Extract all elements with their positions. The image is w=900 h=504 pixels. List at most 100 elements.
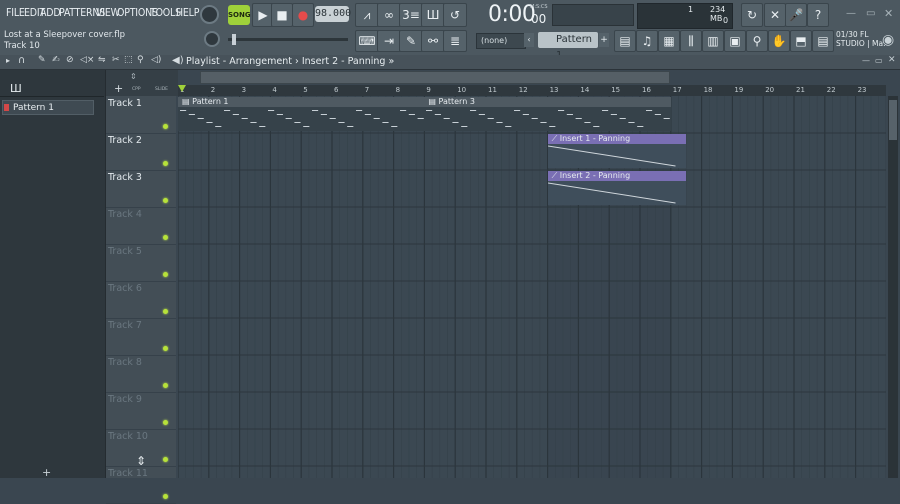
playlist-grid[interactable]: ▤ Pattern 1 ▤ Pattern 3 ⟋ Insert 1 - Panni… [178, 96, 886, 478]
zoom-handle-icon[interactable]: ⇕ [130, 72, 137, 81]
track-mute-led[interactable] [163, 457, 168, 462]
ruler-tick[interactable]: 10 [457, 86, 466, 94]
select-tool-icon[interactable]: ⬚ [124, 55, 133, 65]
track-header[interactable]: Track 4 [106, 207, 176, 245]
track-mute-led[interactable] [163, 494, 168, 499]
piano-roll-icon[interactable]: ♫ [636, 30, 658, 52]
browser-window-icon[interactable]: ▥ [702, 30, 724, 52]
pencil-tool-icon[interactable]: ✎ [38, 55, 46, 65]
add-track-icon[interactable]: + [114, 82, 123, 95]
ruler-tick[interactable]: 8 [396, 86, 400, 94]
speaker-icon[interactable]: ◀) [172, 55, 184, 66]
track-mute-led[interactable] [163, 272, 168, 277]
brush-icon[interactable]: ✎ [399, 30, 423, 52]
menu-help[interactable]: HELP [176, 4, 199, 22]
track-header[interactable]: Track 5 [106, 244, 176, 282]
typing-keyboard-icon[interactable]: ⌨ [355, 30, 379, 52]
wait-input-icon[interactable]: ∞ [377, 3, 401, 27]
plugin-database-icon[interactable]: ▣ [724, 30, 746, 52]
ruler-tick[interactable]: 7 [365, 86, 369, 94]
ruler-tick[interactable]: 4 [272, 86, 276, 94]
track-header[interactable]: Track 7 [106, 318, 176, 356]
track-header[interactable]: Track 2 [106, 133, 176, 171]
ruler-tick[interactable]: 16 [642, 86, 651, 94]
ruler-tick[interactable]: 14 [580, 86, 589, 94]
ruler-tick[interactable]: 6 [334, 86, 338, 94]
zoom-tool-icon[interactable]: ⚲ [137, 55, 144, 65]
playlist-minimize-icon[interactable]: — [862, 56, 870, 65]
ruler-tick[interactable]: 13 [550, 86, 559, 94]
ruler-tick[interactable]: 18 [704, 86, 713, 94]
automation-clip[interactable]: ⟋ Insert 2 - Panning [547, 171, 687, 206]
master-pitch-knob[interactable] [204, 31, 220, 47]
playlist-menu-icon[interactable]: ▸ [6, 56, 10, 65]
ruler-tick[interactable]: 22 [827, 86, 836, 94]
menu-file[interactable]: FILE [6, 4, 25, 22]
close-icon[interactable]: ✕ [884, 7, 893, 20]
mixer-window-icon[interactable]: ⫼ [680, 30, 702, 52]
capture-icon[interactable]: ▤ [812, 30, 834, 52]
vertical-scrollbar[interactable] [888, 96, 898, 478]
track-header[interactable]: Track 8 [106, 355, 176, 393]
add-pattern-icon[interactable]: + [599, 33, 609, 47]
browser-pattern-item[interactable]: Pattern 1 [2, 100, 94, 115]
link-icon[interactable]: ⚯ [421, 30, 445, 52]
tempo-tapper-icon[interactable]: ✋ [768, 30, 790, 52]
ruler-tick[interactable]: 5 [303, 86, 307, 94]
ruler-tick[interactable]: 23 [858, 86, 867, 94]
piano-keys-icon[interactable]: Ш [10, 82, 22, 95]
pattern-prev-icon[interactable]: ‹ [524, 33, 534, 47]
browser-add-icon[interactable]: + [42, 466, 51, 479]
step-edit-icon[interactable]: Ш [421, 3, 445, 27]
pattern-selector[interactable]: Pattern 1 [538, 32, 598, 61]
brush-tool-icon[interactable]: ✍ [52, 55, 60, 65]
menu-add[interactable]: ADD [40, 4, 61, 22]
track-mute-led[interactable] [163, 161, 168, 166]
ruler-tick[interactable]: 3 [242, 86, 246, 94]
ruler-tick[interactable]: 9 [426, 86, 430, 94]
stop-button[interactable]: ■ [271, 3, 293, 27]
ruler-tick[interactable]: 2 [211, 86, 215, 94]
track-header[interactable]: Track 1 [106, 96, 176, 134]
globe-icon[interactable]: ◉ [882, 32, 894, 48]
ruler-tick[interactable]: 19 [734, 86, 743, 94]
track-header[interactable]: Track 9 [106, 392, 176, 430]
track-header[interactable]: Track 6 [106, 281, 176, 319]
ruler-tick[interactable]: 21 [796, 86, 805, 94]
vertical-scroll-thumb[interactable] [889, 100, 897, 140]
master-slider-track[interactable] [228, 38, 348, 41]
track-mute-led[interactable] [163, 198, 168, 203]
track-mute-led[interactable] [163, 420, 168, 425]
track-mute-led[interactable] [163, 124, 168, 129]
metronome-icon[interactable]: ⩘ [355, 3, 379, 27]
minimize-icon[interactable]: — [846, 8, 856, 19]
track-mute-led[interactable] [163, 309, 168, 314]
playlist-maximize-icon[interactable]: ▭ [875, 56, 883, 65]
channel-rack-icon[interactable]: ▦ [658, 30, 680, 52]
playlist-window-icon[interactable]: ▤ [614, 30, 636, 52]
record-button[interactable]: ● [292, 3, 314, 27]
horizontal-scrollbar[interactable] [200, 71, 670, 84]
playback-tool-icon[interactable]: ◁) [151, 55, 161, 65]
track-header[interactable]: Track 3 [106, 170, 176, 208]
step-forward-icon[interactable]: ⇥ [377, 30, 401, 52]
help-icon[interactable]: ? [807, 3, 829, 27]
render-icon[interactable]: ⬒ [790, 30, 812, 52]
playhead-marker-icon[interactable] [178, 85, 186, 92]
plugin-picker-icon[interactable]: ⚲ [746, 30, 768, 52]
master-volume-knob[interactable] [200, 5, 219, 24]
track-mute-led[interactable] [163, 235, 168, 240]
ruler-tick[interactable]: 20 [765, 86, 774, 94]
ruler-tick[interactable]: 12 [519, 86, 528, 94]
track-header[interactable]: Track 11 [106, 466, 176, 504]
playlist-close-icon[interactable]: ✕ [888, 55, 896, 65]
song-mode-button[interactable]: SONG [228, 5, 251, 25]
cut-tool-icon[interactable]: ✕ [764, 3, 786, 27]
track-mute-led[interactable] [163, 346, 168, 351]
delete-tool-icon[interactable]: ⊘ [66, 55, 74, 65]
automation-clip[interactable]: ⟋ Insert 1 - Panning [547, 134, 687, 169]
ruler-tick[interactable]: 17 [673, 86, 682, 94]
slip-tool-icon[interactable]: ⇋ [98, 55, 106, 65]
microphone-icon[interactable]: 🎤 [785, 3, 807, 27]
maximize-icon[interactable]: ▭ [866, 8, 875, 19]
